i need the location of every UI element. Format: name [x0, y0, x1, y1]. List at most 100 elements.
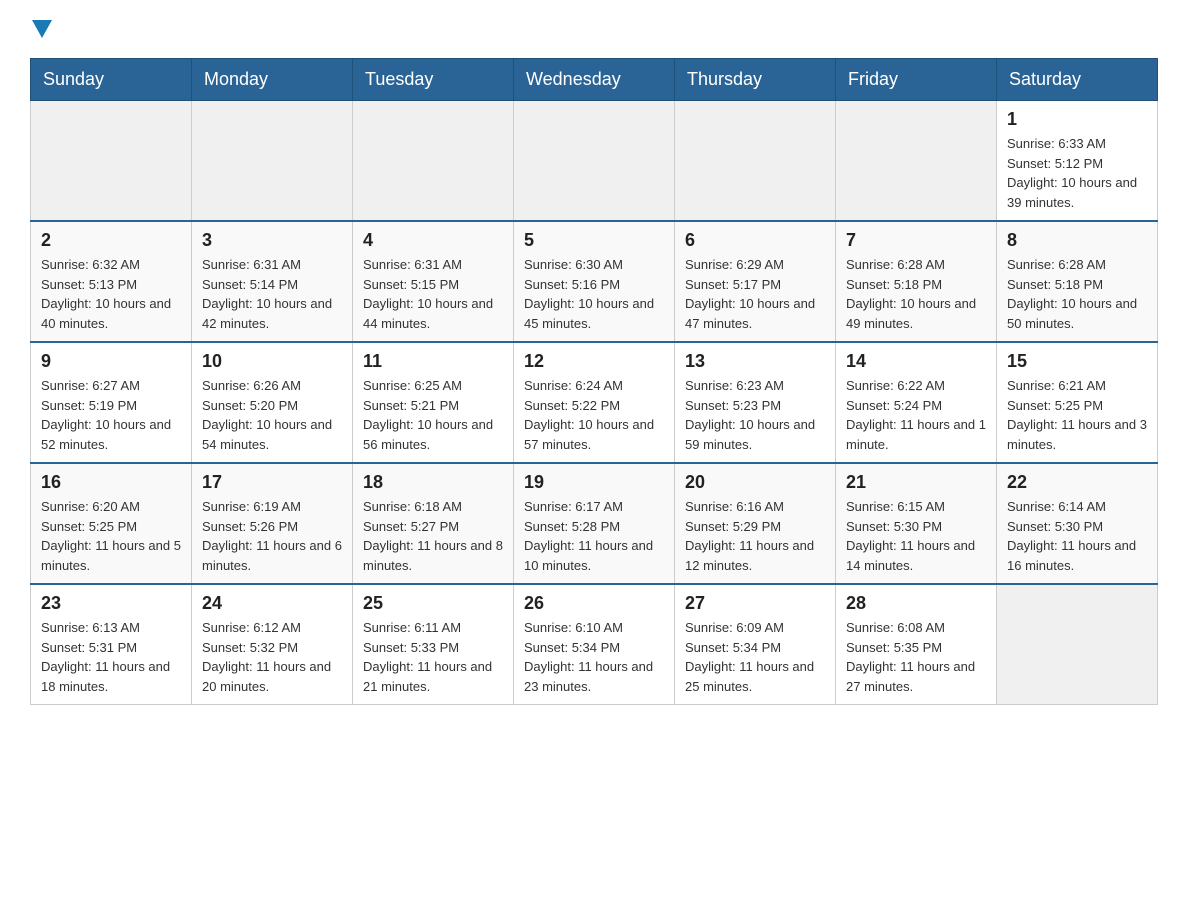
calendar-cell: 1Sunrise: 6:33 AMSunset: 5:12 PMDaylight…: [997, 101, 1158, 222]
day-number: 27: [685, 593, 825, 614]
page-header: [30, 20, 1158, 38]
day-info: Sunrise: 6:09 AMSunset: 5:34 PMDaylight:…: [685, 618, 825, 696]
calendar-cell: 14 Sunrise: 6:22 AMSunset: 5:24 PMDayligh…: [836, 342, 997, 463]
day-number: 15: [1007, 351, 1147, 372]
day-info: Sunrise: 6:22 AMSunset: 5:24 PMDaylight:…: [846, 376, 986, 454]
calendar-cell: 5 Sunrise: 6:30 AMSunset: 5:16 PMDaylight…: [514, 221, 675, 342]
day-number: 5: [524, 230, 664, 251]
day-info: Sunrise: 6:24 AMSunset: 5:22 PMDaylight:…: [524, 376, 664, 454]
calendar-cell: 19 Sunrise: 6:17 AMSunset: 5:28 PMDayligh…: [514, 463, 675, 584]
day-number: 17: [202, 472, 342, 493]
day-number: 20: [685, 472, 825, 493]
day-info: Sunrise: 6:11 AMSunset: 5:33 PMDaylight:…: [363, 618, 503, 696]
calendar-cell: [836, 101, 997, 222]
calendar-cell: [192, 101, 353, 222]
day-info: Sunrise: 6:28 AMSunset: 5:18 PMDaylight:…: [846, 255, 986, 333]
day-number: 22: [1007, 472, 1147, 493]
day-info: Sunrise: 6:21 AMSunset: 5:25 PMDaylight:…: [1007, 376, 1147, 454]
day-number: 21: [846, 472, 986, 493]
day-number: 4: [363, 230, 503, 251]
day-number: 12: [524, 351, 664, 372]
calendar-week-row: 9 Sunrise: 6:27 AMSunset: 5:19 PMDaylight…: [31, 342, 1158, 463]
calendar-week-row: 2 Sunrise: 6:32 AMSunset: 5:13 PMDaylight…: [31, 221, 1158, 342]
day-number: 9: [41, 351, 181, 372]
day-number: 28: [846, 593, 986, 614]
day-info: Sunrise: 6:15 AMSunset: 5:30 PMDaylight:…: [846, 497, 986, 575]
calendar-cell: 8 Sunrise: 6:28 AMSunset: 5:18 PMDaylight…: [997, 221, 1158, 342]
day-info: Sunrise: 6:10 AMSunset: 5:34 PMDaylight:…: [524, 618, 664, 696]
day-info: Sunrise: 6:16 AMSunset: 5:29 PMDaylight:…: [685, 497, 825, 575]
calendar-cell: 15 Sunrise: 6:21 AMSunset: 5:25 PMDayligh…: [997, 342, 1158, 463]
day-number: 7: [846, 230, 986, 251]
day-info: Sunrise: 6:25 AMSunset: 5:21 PMDaylight:…: [363, 376, 503, 454]
calendar-cell: 28 Sunrise: 6:08 AMSunset: 5:35 PMDayligh…: [836, 584, 997, 705]
day-info: Sunrise: 6:28 AMSunset: 5:18 PMDaylight:…: [1007, 255, 1147, 333]
day-number: 16: [41, 472, 181, 493]
day-header-monday: Monday: [192, 59, 353, 101]
calendar-cell: 24Sunrise: 6:12 AMSunset: 5:32 PMDayligh…: [192, 584, 353, 705]
calendar-cell: [675, 101, 836, 222]
calendar-cell: 16 Sunrise: 6:20 AMSunset: 5:25 PMDayligh…: [31, 463, 192, 584]
calendar-week-row: 23 Sunrise: 6:13 AMSunset: 5:31 PMDayligh…: [31, 584, 1158, 705]
day-number: 24: [202, 593, 342, 614]
day-info: Sunrise: 6:19 AMSunset: 5:26 PMDaylight:…: [202, 497, 342, 575]
day-number: 13: [685, 351, 825, 372]
calendar-week-row: 1Sunrise: 6:33 AMSunset: 5:12 PMDaylight…: [31, 101, 1158, 222]
day-info: Sunrise: 6:32 AMSunset: 5:13 PMDaylight:…: [41, 255, 181, 333]
day-info: Sunrise: 6:18 AMSunset: 5:27 PMDaylight:…: [363, 497, 503, 575]
calendar-cell: [997, 584, 1158, 705]
calendar-table: SundayMondayTuesdayWednesdayThursdayFrid…: [30, 58, 1158, 705]
day-number: 6: [685, 230, 825, 251]
day-number: 18: [363, 472, 503, 493]
day-number: 19: [524, 472, 664, 493]
calendar-cell: 27 Sunrise: 6:09 AMSunset: 5:34 PMDayligh…: [675, 584, 836, 705]
day-number: 10: [202, 351, 342, 372]
day-info: Sunrise: 6:08 AMSunset: 5:35 PMDaylight:…: [846, 618, 986, 696]
day-info: Sunrise: 6:33 AMSunset: 5:12 PMDaylight:…: [1007, 134, 1147, 212]
calendar-cell: 18 Sunrise: 6:18 AMSunset: 5:27 PMDayligh…: [353, 463, 514, 584]
day-info: Sunrise: 6:31 AMSunset: 5:14 PMDaylight:…: [202, 255, 342, 333]
day-header-saturday: Saturday: [997, 59, 1158, 101]
day-number: 26: [524, 593, 664, 614]
day-number: 3: [202, 230, 342, 251]
calendar-cell: 21 Sunrise: 6:15 AMSunset: 5:30 PMDayligh…: [836, 463, 997, 584]
day-info: Sunrise: 6:29 AMSunset: 5:17 PMDaylight:…: [685, 255, 825, 333]
calendar-cell: 9 Sunrise: 6:27 AMSunset: 5:19 PMDaylight…: [31, 342, 192, 463]
calendar-cell: 2 Sunrise: 6:32 AMSunset: 5:13 PMDaylight…: [31, 221, 192, 342]
day-info: Sunrise: 6:20 AMSunset: 5:25 PMDaylight:…: [41, 497, 181, 575]
calendar-header-row: SundayMondayTuesdayWednesdayThursdayFrid…: [31, 59, 1158, 101]
calendar-cell: 13Sunrise: 6:23 AMSunset: 5:23 PMDayligh…: [675, 342, 836, 463]
day-header-sunday: Sunday: [31, 59, 192, 101]
calendar-cell: 20 Sunrise: 6:16 AMSunset: 5:29 PMDayligh…: [675, 463, 836, 584]
calendar-cell: 10 Sunrise: 6:26 AMSunset: 5:20 PMDayligh…: [192, 342, 353, 463]
calendar-cell: [514, 101, 675, 222]
calendar-cell: 3 Sunrise: 6:31 AMSunset: 5:14 PMDaylight…: [192, 221, 353, 342]
day-info: Sunrise: 6:31 AMSunset: 5:15 PMDaylight:…: [363, 255, 503, 333]
calendar-cell: 17 Sunrise: 6:19 AMSunset: 5:26 PMDayligh…: [192, 463, 353, 584]
calendar-cell: 12 Sunrise: 6:24 AMSunset: 5:22 PMDayligh…: [514, 342, 675, 463]
calendar-week-row: 16 Sunrise: 6:20 AMSunset: 5:25 PMDayligh…: [31, 463, 1158, 584]
calendar-cell: 11 Sunrise: 6:25 AMSunset: 5:21 PMDayligh…: [353, 342, 514, 463]
day-info: Sunrise: 6:26 AMSunset: 5:20 PMDaylight:…: [202, 376, 342, 454]
day-number: 11: [363, 351, 503, 372]
calendar-cell: 23 Sunrise: 6:13 AMSunset: 5:31 PMDayligh…: [31, 584, 192, 705]
logo: [30, 20, 54, 38]
logo-triangle-icon: [32, 20, 52, 38]
day-number: 25: [363, 593, 503, 614]
day-number: 14: [846, 351, 986, 372]
day-info: Sunrise: 6:17 AMSunset: 5:28 PMDaylight:…: [524, 497, 664, 575]
calendar-cell: 26 Sunrise: 6:10 AMSunset: 5:34 PMDayligh…: [514, 584, 675, 705]
day-number: 23: [41, 593, 181, 614]
day-header-wednesday: Wednesday: [514, 59, 675, 101]
day-info: Sunrise: 6:30 AMSunset: 5:16 PMDaylight:…: [524, 255, 664, 333]
calendar-cell: 4 Sunrise: 6:31 AMSunset: 5:15 PMDaylight…: [353, 221, 514, 342]
calendar-cell: 22Sunrise: 6:14 AMSunset: 5:30 PMDayligh…: [997, 463, 1158, 584]
day-number: 2: [41, 230, 181, 251]
day-info: Sunrise: 6:27 AMSunset: 5:19 PMDaylight:…: [41, 376, 181, 454]
day-number: 8: [1007, 230, 1147, 251]
calendar-cell: 25 Sunrise: 6:11 AMSunset: 5:33 PMDayligh…: [353, 584, 514, 705]
day-header-thursday: Thursday: [675, 59, 836, 101]
calendar-cell: 7 Sunrise: 6:28 AMSunset: 5:18 PMDaylight…: [836, 221, 997, 342]
day-header-friday: Friday: [836, 59, 997, 101]
day-info: Sunrise: 6:13 AMSunset: 5:31 PMDaylight:…: [41, 618, 181, 696]
